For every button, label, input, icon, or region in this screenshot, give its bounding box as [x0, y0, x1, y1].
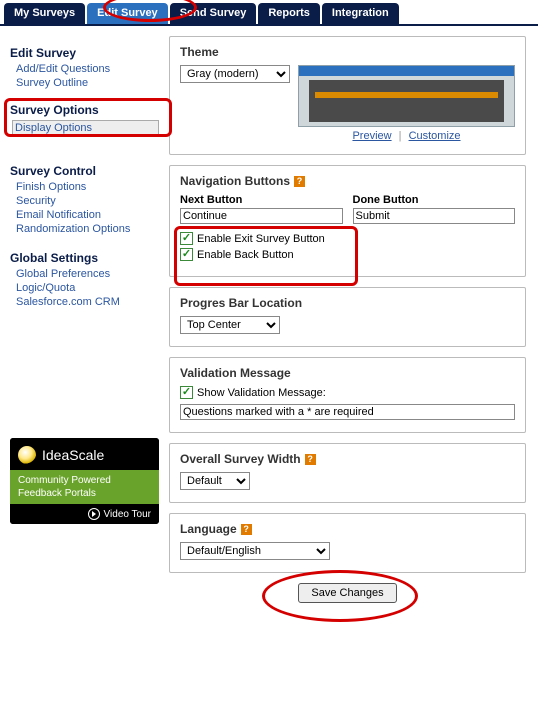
- tab-send-survey[interactable]: Send Survey: [170, 3, 257, 24]
- language-title: Language: [180, 522, 237, 536]
- sidebar-link-global-preferences[interactable]: Global Preferences: [16, 268, 159, 280]
- next-button-input[interactable]: [180, 208, 343, 224]
- show-validation-checkbox[interactable]: [180, 386, 193, 399]
- panel-validation-message: Validation Message Show Validation Messa…: [169, 357, 526, 433]
- main-content: Theme Gray (modern) Preview | Customi: [165, 26, 538, 619]
- ideascale-tagline: Community Powered Feedback Portals: [10, 470, 159, 504]
- sidebar-heading-global-settings: Global Settings: [10, 251, 159, 265]
- sidebar-link-email-notification[interactable]: Email Notification: [16, 209, 159, 221]
- tab-edit-survey[interactable]: Edit Survey: [87, 3, 168, 24]
- help-icon[interactable]: ?: [305, 454, 316, 465]
- save-changes-button[interactable]: Save Changes: [298, 583, 396, 603]
- enable-exit-label: Enable Exit Survey Button: [197, 233, 325, 245]
- next-button-label: Next Button: [180, 194, 343, 206]
- tab-reports[interactable]: Reports: [258, 3, 320, 24]
- sidebar-link-randomization-options[interactable]: Randomization Options: [16, 223, 159, 235]
- done-button-label: Done Button: [353, 194, 516, 206]
- progress-location-select[interactable]: Top Center: [180, 316, 280, 334]
- sidebar-heading-edit-survey: Edit Survey: [10, 46, 159, 60]
- sidebar-link-add-edit-questions[interactable]: Add/Edit Questions: [16, 63, 159, 75]
- sidebar-heading-survey-options: Survey Options: [10, 103, 159, 117]
- validation-message-input[interactable]: [180, 404, 515, 420]
- ideascale-video-tour-link[interactable]: Video Tour: [10, 504, 159, 524]
- sidebar-link-logic-quota[interactable]: Logic/Quota: [16, 282, 159, 294]
- sidebar: Edit Survey Add/Edit Questions Survey Ou…: [0, 26, 165, 534]
- sidebar-link-finish-options[interactable]: Finish Options: [16, 181, 159, 193]
- theme-select[interactable]: Gray (modern): [180, 65, 290, 83]
- panel-progress-bar: Progres Bar Location Top Center: [169, 287, 526, 347]
- width-title: Overall Survey Width: [180, 452, 301, 466]
- language-select[interactable]: Default/English: [180, 542, 330, 560]
- panel-language: Language ? Default/English: [169, 513, 526, 573]
- sidebar-heading-survey-control: Survey Control: [10, 164, 159, 178]
- top-tabs: My Surveys Edit Survey Send Survey Repor…: [0, 0, 538, 26]
- lightbulb-icon: [18, 446, 36, 464]
- sidebar-link-security[interactable]: Security: [16, 195, 159, 207]
- sidebar-link-display-options[interactable]: Display Options: [12, 120, 159, 136]
- theme-title: Theme: [180, 45, 515, 59]
- done-button-input[interactable]: [353, 208, 516, 224]
- panel-navigation-buttons: Navigation Buttons ? Next Button Done Bu…: [169, 165, 526, 277]
- play-icon: [88, 508, 100, 520]
- enable-exit-checkbox[interactable]: [180, 232, 193, 245]
- theme-preview-link[interactable]: Preview: [352, 130, 391, 142]
- nav-title: Navigation Buttons: [180, 174, 290, 188]
- tab-my-surveys[interactable]: My Surveys: [4, 3, 85, 24]
- sidebar-link-salesforce-crm[interactable]: Salesforce.com CRM: [16, 296, 159, 308]
- width-select[interactable]: Default: [180, 472, 250, 490]
- theme-preview-thumbnail: [298, 65, 515, 127]
- enable-back-label: Enable Back Button: [197, 249, 294, 261]
- theme-customize-link[interactable]: Customize: [409, 130, 461, 142]
- help-icon[interactable]: ?: [241, 524, 252, 535]
- panel-theme: Theme Gray (modern) Preview | Customi: [169, 36, 526, 155]
- enable-back-checkbox[interactable]: [180, 248, 193, 261]
- video-tour-label: Video Tour: [104, 509, 151, 520]
- sidebar-link-survey-outline[interactable]: Survey Outline: [16, 77, 159, 89]
- progress-title: Progres Bar Location: [180, 296, 515, 310]
- panel-overall-width: Overall Survey Width ? Default: [169, 443, 526, 503]
- show-validation-label: Show Validation Message:: [197, 387, 326, 399]
- validation-title: Validation Message: [180, 366, 515, 380]
- help-icon[interactable]: ?: [294, 176, 305, 187]
- ideascale-title: IdeaScale: [42, 447, 104, 463]
- tab-integration[interactable]: Integration: [322, 3, 399, 24]
- ideascale-promo: IdeaScale Community Powered Feedback Por…: [10, 438, 159, 524]
